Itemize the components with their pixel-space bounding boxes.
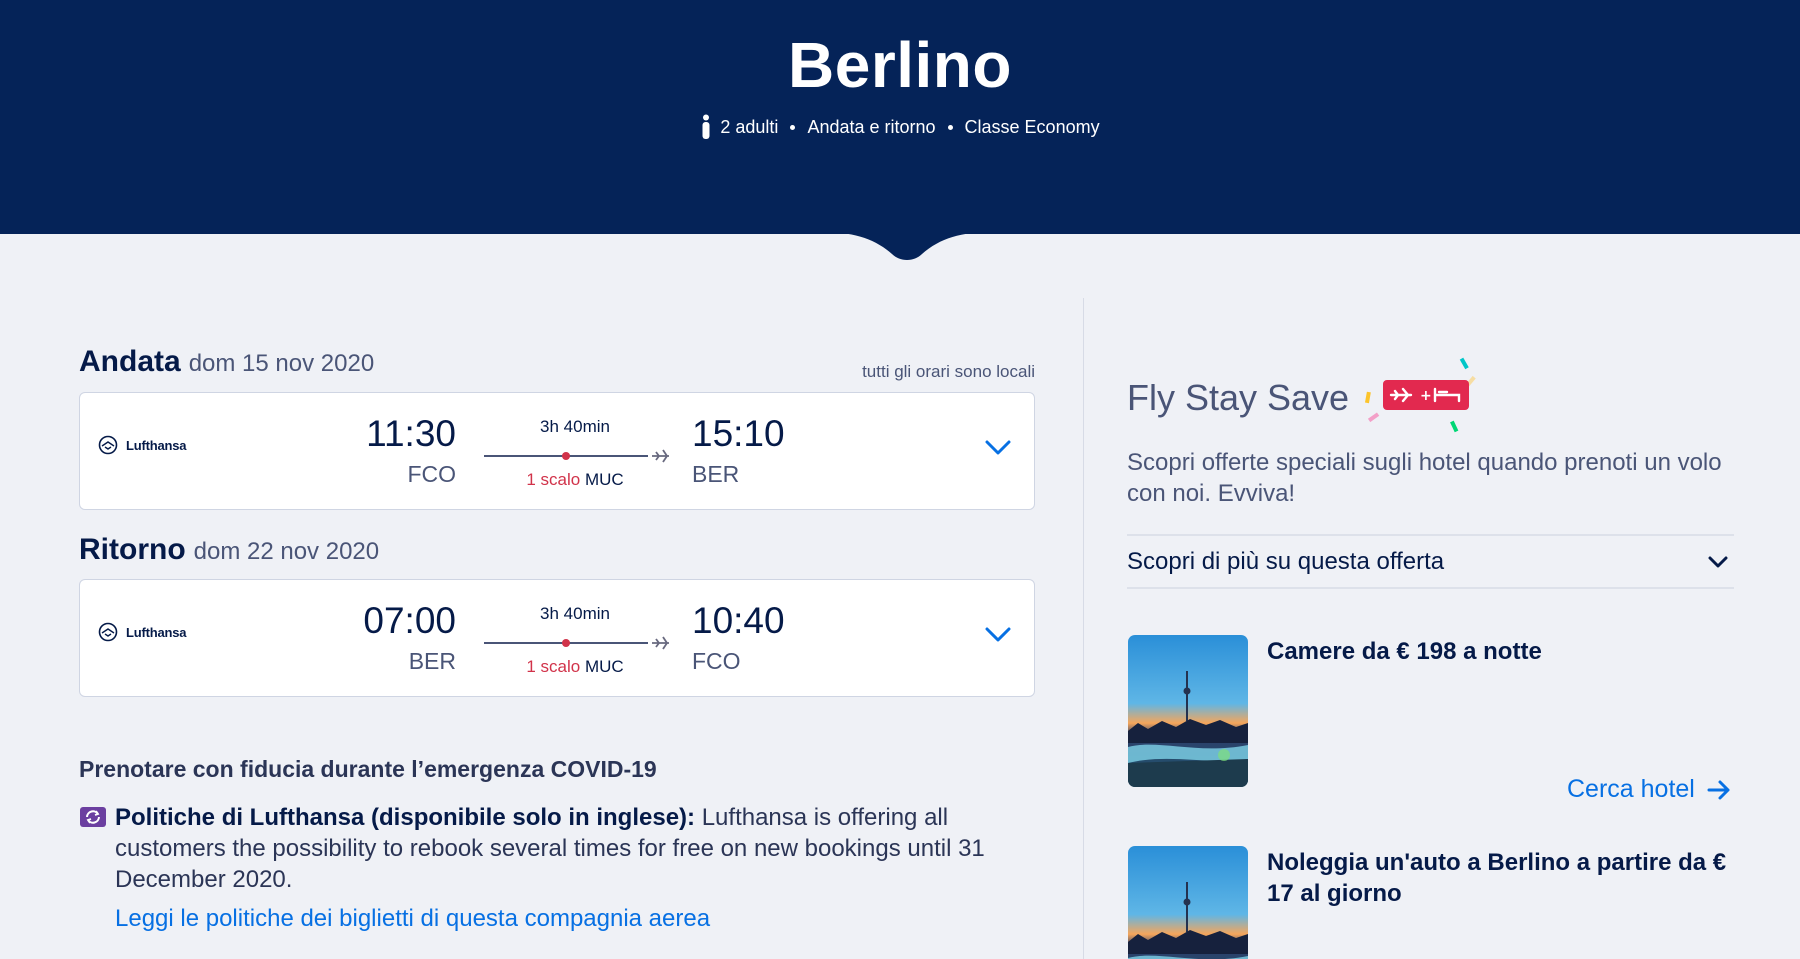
outbound-label: Andata [79, 345, 181, 378]
header-notch [822, 232, 992, 260]
outbound-date: dom 15 nov 2020 [188, 350, 375, 377]
stops-info: 1 scalo MUC [485, 657, 665, 677]
fly-stay-save-title: Fly Stay Save [1127, 377, 1350, 418]
airline-policy-link[interactable]: Leggi le politiche dei biglietti di ques… [115, 905, 710, 933]
hotel-offer-title: Camere da € 198 a notte [1267, 638, 1542, 665]
berlin-skyline-image [1128, 846, 1248, 959]
inbound-date: dom 22 nov 2020 [193, 538, 380, 565]
separator-dot [947, 124, 953, 130]
offer-details-label: Scopri di più su questa offerta [1127, 547, 1445, 575]
search-summary: 2 adulti Andata e ritorno Classe Economy [0, 114, 1800, 140]
airline-name: Lufthansa [126, 624, 187, 640]
arrival-airport: FCO [692, 648, 741, 674]
arrival-airport: BER [692, 461, 740, 487]
car-offer-title: Noleggia un'auto a Berlino a partire da … [1267, 849, 1727, 907]
passengers-count: 2 adulti [720, 116, 779, 137]
search-header: Berlino 2 adulti Andata e ritorno Classe… [0, 0, 1800, 234]
departure-time: 11:30 [366, 413, 456, 454]
search-hotel-label: Cerca hotel [1567, 775, 1695, 803]
stops-count: 1 scalo [526, 657, 581, 676]
flight-duration: 3h 40min [540, 604, 610, 623]
lufthansa-logo-icon [98, 435, 118, 455]
fly-stay-save-description: Scopri offerte speciali sugli hotel quan… [1127, 449, 1722, 507]
stop-airport: MUC [584, 657, 624, 676]
svg-text:+: + [1420, 388, 1432, 404]
plane-icon [652, 636, 669, 650]
airline-name: Lufthansa [126, 437, 187, 453]
ticket-refresh-icon [80, 807, 106, 827]
airline: Lufthansa [98, 435, 187, 455]
offer-details-toggle[interactable]: Scopri di più su questa offerta [1127, 534, 1734, 589]
departure-airport: BER [408, 648, 456, 674]
arrival-time: 15:10 [692, 413, 785, 454]
chevron-down-icon [1708, 556, 1728, 567]
person-icon [702, 114, 710, 139]
search-hotel-link[interactable]: Cerca hotel [1567, 775, 1731, 804]
flight-duration: 3h 40min [540, 417, 610, 436]
covid-title: Prenotare con fiducia durante l’emergenz… [79, 756, 657, 782]
column-divider [1083, 298, 1084, 959]
berlin-skyline-image [1128, 635, 1248, 787]
stop-airport: MUC [584, 470, 624, 489]
airline: Lufthansa [98, 622, 187, 642]
local-times-note: tutti gli orari sono locali [862, 362, 1035, 381]
arrival-time: 10:40 [692, 600, 785, 641]
outbound-flight-card[interactable]: Lufthansa 11:30 FCO 3h 40min 1 scalo MUC… [79, 392, 1035, 510]
trip-type: Andata e ritorno [807, 116, 936, 137]
outbound-heading: Andata dom 15 nov 2020 [79, 345, 374, 379]
plane-icon [652, 449, 669, 463]
departure-time: 07:00 [363, 600, 456, 641]
stops-info: 1 scalo MUC [485, 470, 665, 490]
inbound-heading: Ritorno dom 22 nov 2020 [79, 533, 379, 567]
chevron-down-icon[interactable] [985, 438, 1011, 456]
policy-label: Politiche di Lufthansa (disponibile solo… [115, 804, 696, 831]
inbound-flight-card[interactable]: Lufthansa 07:00 BER 3h 40min 1 scalo MUC… [79, 579, 1035, 697]
plane-plus-bed-icon: + [1364, 357, 1476, 433]
inbound-label: Ritorno [79, 533, 186, 566]
stops-count: 1 scalo [526, 470, 581, 489]
cabin-class: Classe Economy [964, 116, 1100, 137]
separator-dot [790, 124, 796, 130]
arrow-right-icon [1707, 780, 1730, 799]
route-line [484, 636, 669, 650]
chevron-down-icon[interactable] [985, 625, 1011, 643]
route-line [484, 449, 669, 463]
lufthansa-logo-icon [98, 622, 118, 642]
destination-title: Berlino [788, 29, 1012, 101]
departure-airport: FCO [407, 461, 456, 487]
covid-policy: Politiche di Lufthansa (disponibile solo… [115, 802, 1030, 895]
